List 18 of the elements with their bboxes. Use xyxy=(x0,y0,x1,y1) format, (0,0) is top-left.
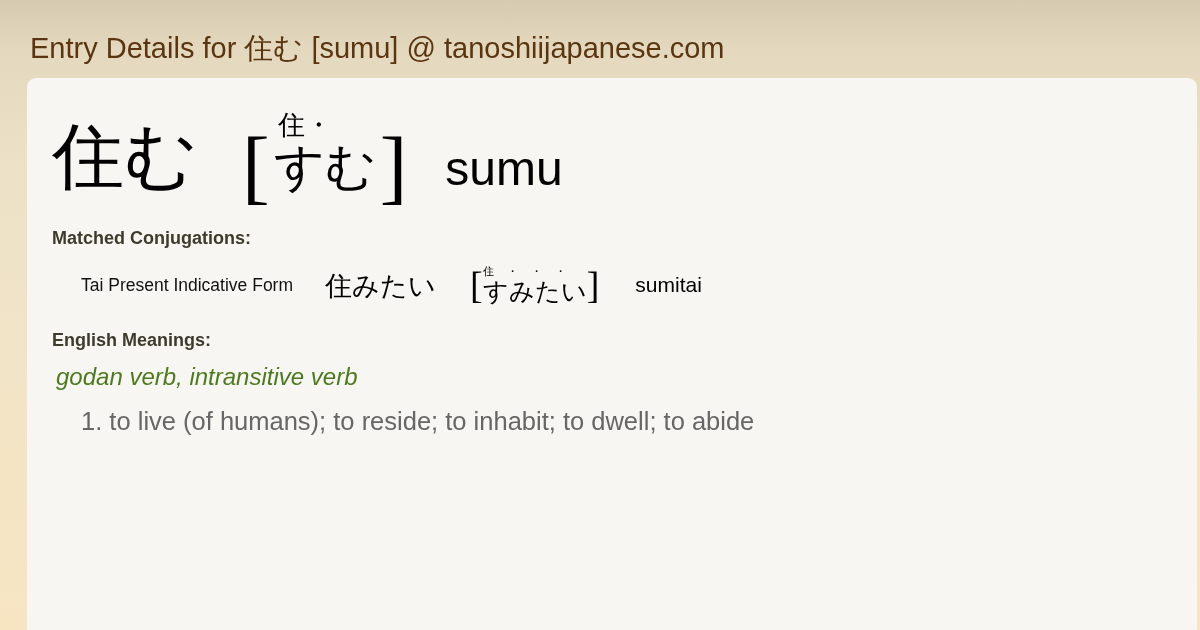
conjugated-word: 住みたい xyxy=(325,271,437,299)
reading-bracket: [ xyxy=(470,266,483,304)
kana-reading: すむ xyxy=(273,141,376,192)
section-heading: English Meanings: xyxy=(52,330,212,350)
furigana-text: 住・ xyxy=(277,110,332,140)
part-of-speech: godan verb, intransitive verb xyxy=(55,363,359,391)
headword: 住む xyxy=(52,120,198,192)
section-heading: Matched Conjugations: xyxy=(52,228,252,248)
reading-bracket: ] xyxy=(379,124,408,208)
reading-bracket: ] xyxy=(586,266,600,304)
reading-bracket: [ xyxy=(242,124,270,208)
conjugation-form: Tai Present Indicative Form xyxy=(81,274,294,296)
page-title: Entry Details for 住む [sumu] @ tanoshiijapanese.com xyxy=(29,31,726,66)
kana-reading: すみたい xyxy=(482,278,587,304)
meaning-text: 1. to live (of humans); to reside; to inhabit; to dwell; to abide xyxy=(80,406,756,436)
romaji-text: sumitai xyxy=(635,273,702,297)
furigana-text: 住・・・ xyxy=(482,266,579,279)
romaji-text: sumu xyxy=(445,145,563,193)
